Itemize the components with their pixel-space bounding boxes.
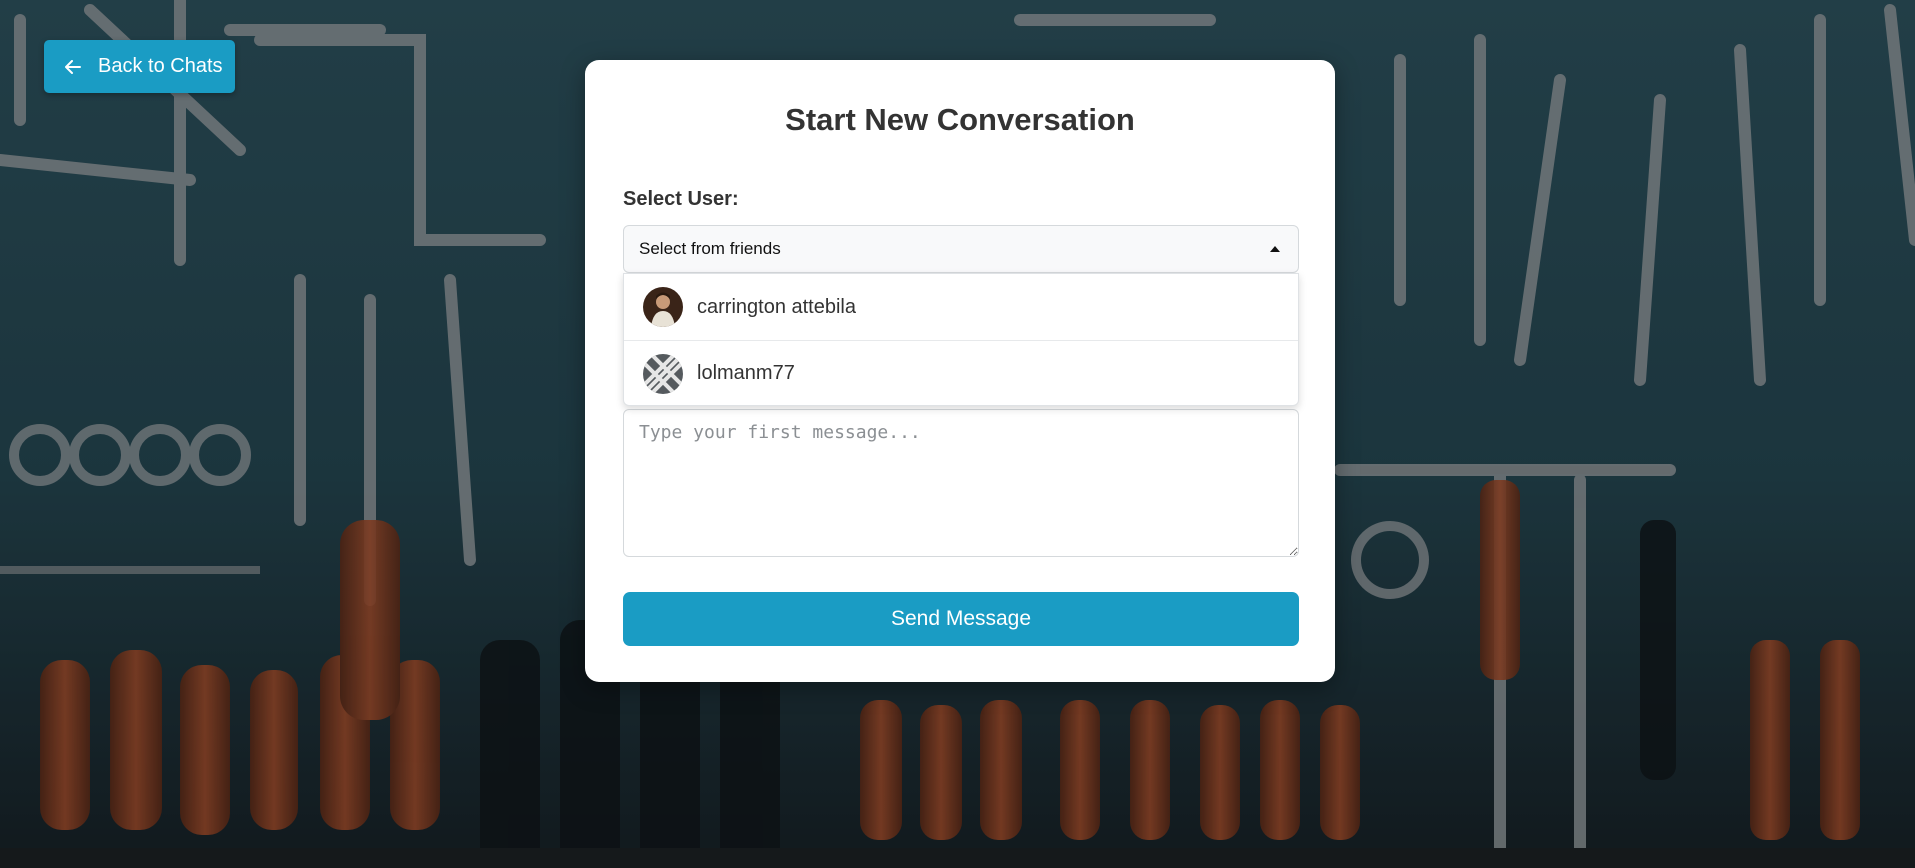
back-to-chats-button[interactable]: Back to Chats	[44, 40, 235, 93]
select-user-label: Select User:	[623, 188, 739, 210]
avatar	[643, 353, 683, 394]
select-user-dropdown[interactable]: Select from friends	[623, 225, 1299, 273]
new-conversation-card: Start New Conversation Select User: Sele…	[585, 60, 1335, 682]
message-input[interactable]	[623, 409, 1299, 557]
user-option-name: carrington attebila	[697, 295, 856, 318]
page: Back to Chats Start New Conversation Sel…	[0, 0, 1915, 868]
arrow-left-icon	[62, 56, 84, 78]
back-to-chats-label: Back to Chats	[98, 55, 223, 77]
user-option-name: lolmanm77	[697, 362, 795, 384]
user-option-lolmanm77[interactable]: lolmanm77	[624, 340, 1298, 406]
select-user-value: Select from friends	[639, 239, 781, 258]
caret-up-icon	[1270, 246, 1280, 252]
user-options-list: carrington attebila lolmanm77	[623, 273, 1299, 406]
user-option-carrington[interactable]: carrington attebila	[624, 274, 1298, 340]
avatar	[643, 287, 683, 327]
page-title: Start New Conversation	[785, 102, 1135, 137]
send-message-button[interactable]: Send Message	[623, 592, 1299, 646]
